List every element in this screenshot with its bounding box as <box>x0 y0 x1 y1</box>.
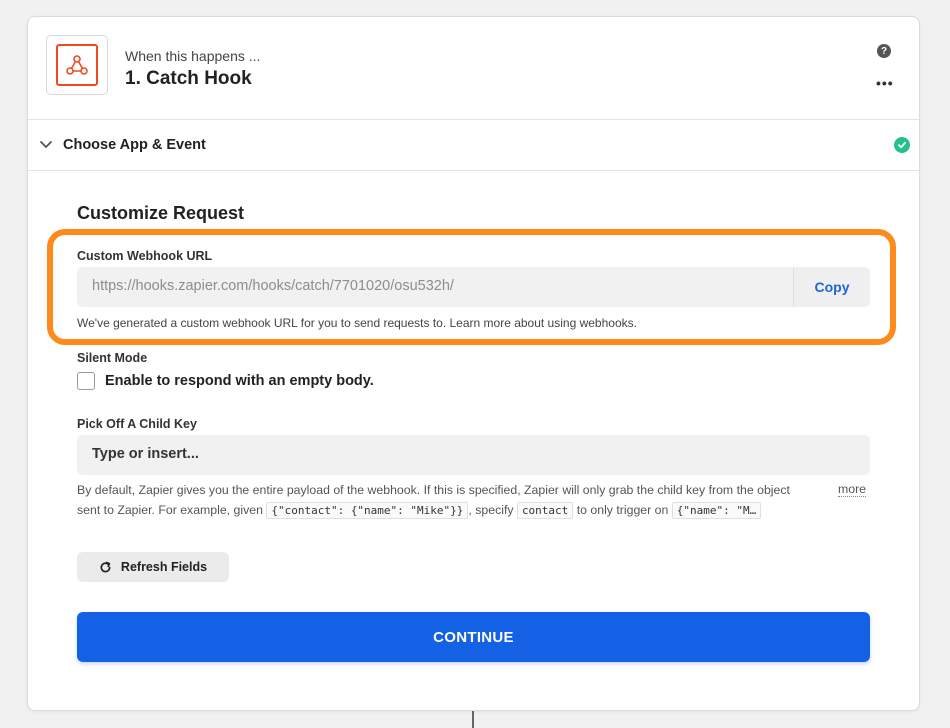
silent-mode-label: Silent Mode <box>77 351 148 365</box>
check-circle-icon <box>894 137 910 153</box>
webhook-url-field[interactable]: https://hooks.zapier.com/hooks/catch/770… <box>77 267 870 307</box>
desc-text: sent to Zapier. For example, given <box>77 503 263 517</box>
more-options-icon[interactable]: ••• <box>876 75 894 91</box>
desc-text: , specify <box>468 503 514 517</box>
app-icon-frame <box>46 35 108 95</box>
step-header[interactable]: When this happens ... 1. Catch Hook ? ••… <box>28 17 919 120</box>
child-key-label: Pick Off A Child Key <box>77 417 197 431</box>
section-label: Choose App & Event <box>63 137 206 153</box>
step-card: When this happens ... 1. Catch Hook ? ••… <box>27 16 920 711</box>
child-key-input[interactable]: Type or insert... <box>77 435 870 475</box>
refresh-fields-button[interactable]: Refresh Fields <box>77 552 229 582</box>
customize-heading: Customize Request <box>77 203 245 223</box>
desc-text: to only trigger on <box>576 503 669 517</box>
webhook-icon <box>56 44 98 86</box>
refresh-icon <box>100 561 111 572</box>
step-subtitle: When this happens ... <box>125 48 261 64</box>
webhook-url-label: Custom Webhook URL <box>77 249 213 263</box>
refresh-fields-label: Refresh Fields <box>120 560 208 574</box>
child-key-description-line1: By default, Zapier gives you the entire … <box>77 483 790 497</box>
child-key-description-line2: sent to Zapier. For example, given {"con… <box>77 502 762 519</box>
help-icon[interactable]: ? <box>877 44 891 58</box>
silent-mode-checkbox-label[interactable]: Enable to respond with an empty body. <box>105 373 374 389</box>
code-example: {"contact": {"name": "Mike"}} <box>266 502 469 519</box>
continue-button[interactable]: CONTINUE <box>77 612 870 662</box>
more-link[interactable]: more <box>838 482 867 497</box>
child-key-placeholder: Type or insert... <box>92 446 199 462</box>
code-example: {"name": "M… <box>671 502 762 519</box>
silent-mode-checkbox[interactable] <box>77 372 95 390</box>
webhook-helper-text: We've generated a custom webhook URL for… <box>77 316 637 330</box>
step-connector-line <box>472 708 474 728</box>
webhook-url-value: https://hooks.zapier.com/hooks/catch/770… <box>92 278 454 294</box>
copy-button[interactable]: Copy <box>793 267 870 307</box>
section-choose-app-event[interactable]: Choose App & Event <box>28 120 919 171</box>
step-title: 1. Catch Hook <box>125 68 252 89</box>
code-example: contact <box>516 502 574 519</box>
chevron-down-icon <box>40 141 52 149</box>
